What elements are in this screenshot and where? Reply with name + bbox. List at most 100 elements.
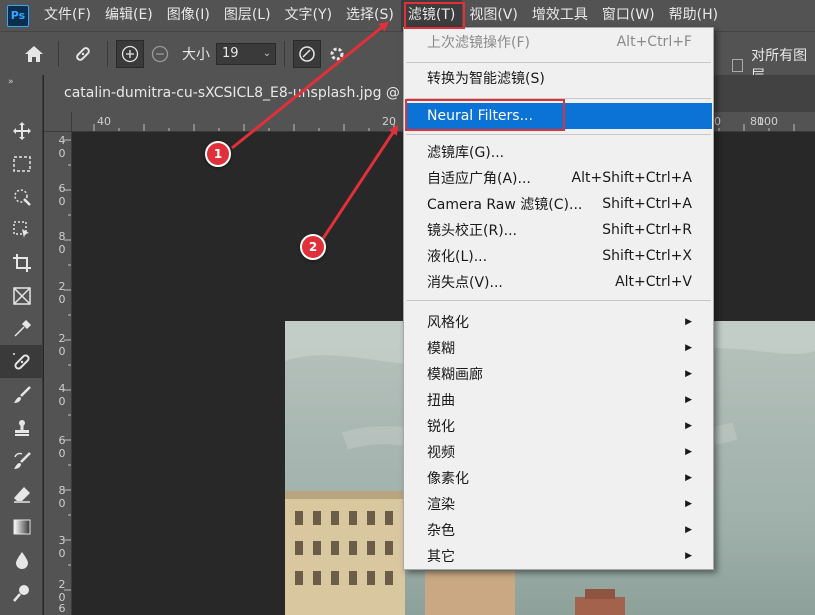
home-icon[interactable] [18, 38, 50, 70]
menu-item-label: 自适应广角(A)... [427, 171, 531, 187]
ruler-h-label: 40 [97, 115, 111, 128]
document-tab[interactable]: catalin-dumitra-cu-sXCSICL8_E8-unsplash.… [44, 75, 424, 112]
submenu-stylize[interactable]: 风格化 ▶ [405, 309, 712, 335]
menu-item-label: 转换为智能滤镜(S) [427, 71, 545, 87]
submenu-arrow-icon: ▶ [685, 473, 692, 483]
ruler-v-label: 8 0 [58, 484, 66, 510]
menu-item-label: 镜头校正(R)... [427, 223, 518, 239]
size-label: 大小 [182, 46, 210, 63]
ruler-v-label: 6 [58, 602, 66, 615]
vertical-ruler: 4 0 6 0 8 0 2 0 2 0 4 0 6 0 8 0 3 0 2 0 … [44, 112, 72, 615]
options-separator [58, 40, 59, 67]
gradient-tool-icon[interactable] [0, 510, 43, 543]
crop-tool-icon[interactable] [0, 246, 43, 279]
settings-gear-icon[interactable] [321, 38, 353, 70]
submenu-arrow-icon: ▶ [685, 421, 692, 431]
menu-select[interactable]: 选择(S) [339, 0, 401, 31]
menu-item-label: 像素化 [427, 471, 469, 487]
ruler-v-label: 2 0 [58, 280, 66, 306]
pressure-icon[interactable] [293, 39, 321, 68]
submenu-blur-gallery[interactable]: 模糊画廊 ▶ [405, 361, 712, 387]
ruler-v-label: 4 0 [58, 134, 66, 160]
ruler-v-label: 4 0 [58, 382, 66, 408]
menu-liquify[interactable]: 液化(L)... Shift+Ctrl+X [405, 243, 712, 269]
menu-item-label: 渲染 [427, 497, 455, 513]
step-badge-2: 2 [300, 234, 326, 260]
ruler-v-label: 2 0 [58, 332, 66, 358]
menu-item-label: Camera Raw 滤镜(C)... [427, 197, 583, 213]
mode-subtract-icon[interactable] [144, 38, 176, 70]
menu-separator [406, 134, 711, 135]
menu-item-shortcut: Shift+Ctrl+R [602, 222, 692, 238]
options-separator [107, 40, 108, 67]
dodge-tool-icon[interactable] [0, 576, 43, 609]
tools-panel: » [0, 75, 43, 615]
menu-item-label: 消失点(V)... [427, 275, 503, 291]
submenu-arrow-icon: ▶ [685, 499, 692, 509]
spot-healing-brush-tool-icon[interactable] [0, 345, 43, 378]
menu-convert-smart-filters[interactable]: 转换为智能滤镜(S) [405, 65, 712, 91]
chevron-down-icon[interactable]: ⌄ [259, 48, 275, 59]
mode-add-icon[interactable] [116, 39, 144, 68]
quick-selection-tool-icon[interactable] [0, 180, 43, 213]
brush-tool-icon[interactable] [0, 378, 43, 411]
menu-type[interactable]: 文字(Y) [278, 0, 339, 31]
expand-toolbar-icon[interactable]: » [0, 75, 42, 89]
frame-tool-icon[interactable] [0, 279, 43, 312]
menu-item-label: 液化(L)... [427, 249, 488, 265]
history-brush-tool-icon[interactable] [0, 444, 43, 477]
menu-layer[interactable]: 图层(L) [217, 0, 278, 31]
submenu-sharpen[interactable]: 锐化 ▶ [405, 413, 712, 439]
submenu-arrow-icon: ▶ [685, 317, 692, 327]
menu-item-label: 滤镜库(G)... [427, 145, 505, 161]
submenu-blur[interactable]: 模糊 ▶ [405, 335, 712, 361]
photoshop-logo: Ps [7, 4, 29, 27]
menu-item-label: 模糊画廊 [427, 367, 483, 383]
submenu-arrow-icon: ▶ [685, 525, 692, 535]
menu-image[interactable]: 图像(I) [160, 0, 217, 31]
menu-vanishing-point[interactable]: 消失点(V)... Alt+Ctrl+V [405, 269, 712, 295]
menu-item-shortcut: Alt+Ctrl+F [616, 34, 692, 50]
submenu-distort[interactable]: 扭曲 ▶ [405, 387, 712, 413]
marquee-tool-icon[interactable] [0, 147, 43, 180]
submenu-video[interactable]: 视频 ▶ [405, 439, 712, 465]
eraser-tool-icon[interactable] [0, 477, 43, 510]
menu-edit[interactable]: 编辑(E) [98, 0, 160, 31]
size-input[interactable]: 19 ⌄ [216, 42, 276, 65]
menu-item-shortcut: Alt+Ctrl+V [615, 274, 692, 290]
ruler-v-label: 2 0 [58, 578, 66, 604]
move-tool-icon[interactable] [0, 114, 43, 147]
submenu-noise[interactable]: 杂色 ▶ [405, 517, 712, 543]
ruler-v-label: 6 0 [58, 182, 66, 208]
ruler-corner [44, 112, 72, 132]
menu-lens-correction[interactable]: 镜头校正(R)... Shift+Ctrl+R [405, 217, 712, 243]
menu-camera-raw-filter[interactable]: Camera Raw 滤镜(C)... Shift+Ctrl+A [405, 191, 712, 217]
menu-item-label: 其它 [427, 549, 455, 565]
menu-file[interactable]: 文件(F) [37, 0, 98, 31]
submenu-arrow-icon: ▶ [685, 343, 692, 353]
ruler-h-label: 20 [382, 115, 396, 128]
healing-brush-preset-icon[interactable] [67, 38, 99, 70]
annotation-box-neural-filters [405, 99, 565, 131]
menu-filter-gallery[interactable]: 滤镜库(G)... [405, 139, 712, 165]
menu-item-label: 模糊 [427, 341, 455, 357]
menu-last-filter[interactable]: 上次滤镜操作(F) Alt+Ctrl+F [405, 29, 712, 55]
submenu-arrow-icon: ▶ [685, 447, 692, 457]
submenu-render[interactable]: 渲染 ▶ [405, 491, 712, 517]
pen-tool-icon[interactable] [0, 609, 43, 615]
clone-stamp-tool-icon[interactable] [0, 411, 43, 444]
menu-adaptive-wide-angle[interactable]: 自适应广角(A)... Alt+Shift+Ctrl+A [405, 165, 712, 191]
size-value: 19 [222, 46, 239, 61]
object-selection-tool-icon[interactable] [0, 213, 43, 246]
menu-item-shortcut: Alt+Shift+Ctrl+A [571, 170, 692, 186]
menu-item-label: 锐化 [427, 419, 455, 435]
eyedropper-tool-icon[interactable] [0, 312, 43, 345]
blur-tool-icon[interactable] [0, 543, 43, 576]
submenu-other[interactable]: 其它 ▶ [405, 543, 712, 569]
submenu-pixelate[interactable]: 像素化 ▶ [405, 465, 712, 491]
menu-item-label: 上次滤镜操作(F) [427, 35, 530, 51]
options-separator [284, 40, 285, 67]
menu-item-label: 扭曲 [427, 393, 455, 409]
sample-all-checkbox[interactable] [732, 58, 744, 72]
menu-item-shortcut: Shift+Ctrl+X [602, 248, 692, 264]
